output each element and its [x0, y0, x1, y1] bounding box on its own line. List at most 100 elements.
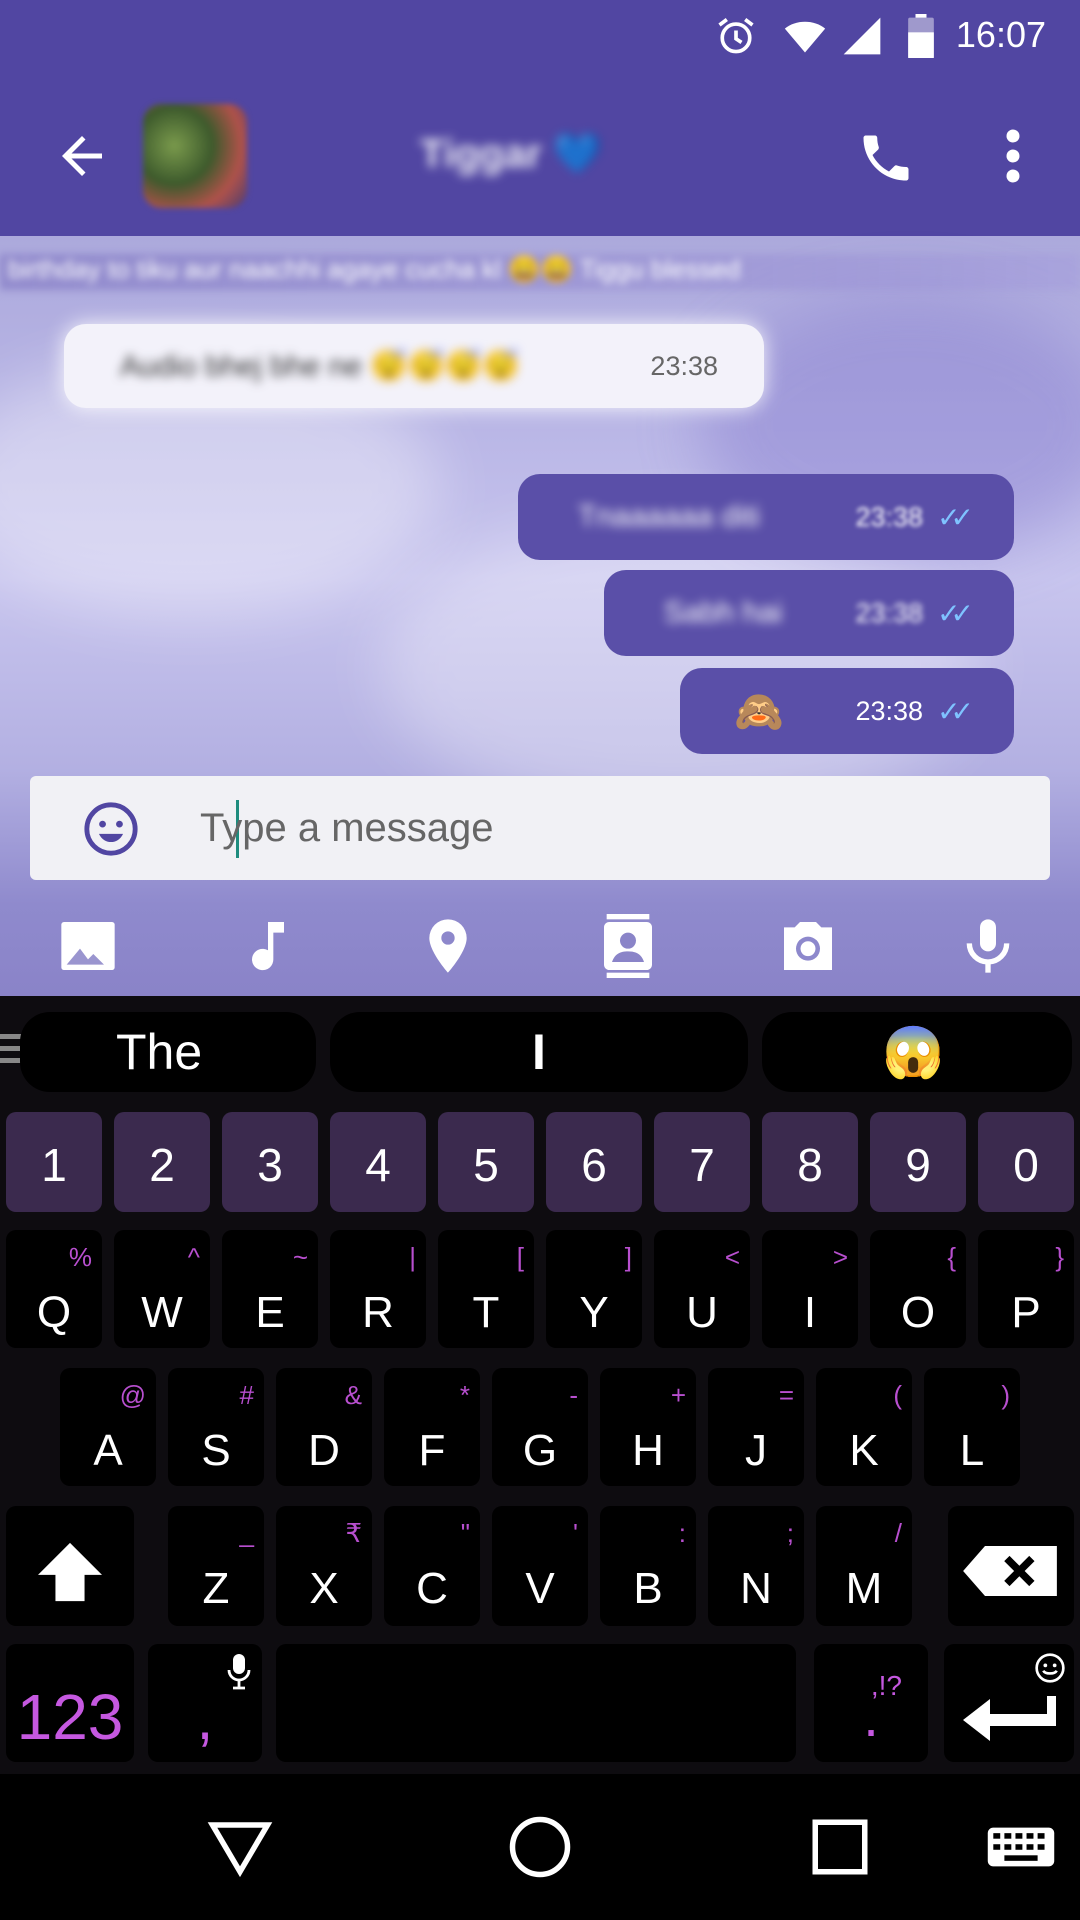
key-5[interactable]: 5: [438, 1112, 534, 1212]
key-label: F: [418, 1426, 446, 1475]
key-q[interactable]: % Q: [6, 1230, 102, 1348]
key-d[interactable]: & D: [276, 1368, 372, 1486]
keyboard-switch-icon[interactable]: [985, 1814, 1057, 1880]
key-hint: [: [516, 1242, 524, 1272]
key-label: 2: [149, 1139, 175, 1191]
more-vert-icon[interactable]: [995, 126, 1031, 186]
home-circle-icon[interactable]: [507, 1814, 573, 1880]
key-h[interactable]: + H: [600, 1368, 696, 1486]
key-x[interactable]: ₹ X: [276, 1506, 372, 1626]
alarm-icon: [718, 18, 754, 54]
mic-icon[interactable]: [956, 914, 1020, 978]
enter-key[interactable]: [944, 1644, 1074, 1762]
key-4[interactable]: 4: [330, 1112, 426, 1212]
key-hint: >: [832, 1242, 848, 1272]
key-hint: ": [460, 1518, 470, 1548]
key-y[interactable]: ] Y: [546, 1230, 642, 1348]
backspace-key[interactable]: [948, 1506, 1074, 1626]
key-a[interactable]: @ A: [60, 1368, 156, 1486]
message-bubble-incoming[interactable]: Audio bhej bhe ne 😴😴😴😴 23:38: [64, 324, 764, 408]
key-label: O: [900, 1288, 936, 1337]
key-3[interactable]: 3: [222, 1112, 318, 1212]
key-0[interactable]: 0: [978, 1112, 1074, 1212]
signal-icon: [843, 17, 881, 55]
contact-avatar[interactable]: [143, 104, 247, 208]
key-b[interactable]: :B: [600, 1506, 696, 1626]
message-text: Sabh hai: [664, 596, 783, 629]
contact-icon[interactable]: [596, 914, 660, 978]
key-label: T: [472, 1288, 500, 1337]
location-icon[interactable]: [416, 914, 480, 978]
back-triangle-icon[interactable]: [207, 1814, 273, 1880]
key-f[interactable]: * F: [384, 1368, 480, 1486]
message-bubble-outgoing[interactable]: Tnaaaaaa diti 23:38 ✓✓: [518, 474, 1014, 560]
key-v[interactable]: ' V: [492, 1506, 588, 1626]
key-label: R: [362, 1288, 394, 1337]
key-g[interactable]: -G: [492, 1368, 588, 1486]
suggestion-3[interactable]: 😱: [762, 1012, 1072, 1092]
wifi-icon: [784, 21, 826, 53]
shift-key[interactable]: [6, 1506, 134, 1626]
comma-key[interactable]: ,: [148, 1644, 262, 1762]
key-w[interactable]: ^ W: [114, 1230, 210, 1348]
key-8[interactable]: 8: [762, 1112, 858, 1212]
key-m[interactable]: / M: [816, 1506, 912, 1626]
chat-header: Tiggar 💙: [0, 76, 1080, 236]
key-2[interactable]: 2: [114, 1112, 210, 1212]
key-s[interactable]: # S: [168, 1368, 264, 1486]
key-k[interactable]: (K: [816, 1368, 912, 1486]
key-c[interactable]: " C: [384, 1506, 480, 1626]
key-hint: %: [68, 1242, 92, 1272]
phone-icon[interactable]: [856, 128, 916, 188]
key-n[interactable]: ; N: [708, 1506, 804, 1626]
key-o[interactable]: {O: [870, 1230, 966, 1348]
message-text: Audio bhej bhe ne 😴😴😴😴: [120, 349, 520, 383]
key-r[interactable]: | R: [330, 1230, 426, 1348]
key-9[interactable]: 9: [870, 1112, 966, 1212]
space-key[interactable]: [276, 1644, 796, 1762]
key-t[interactable]: [T: [438, 1230, 534, 1348]
symbols-key[interactable]: 123: [6, 1644, 134, 1762]
key-hint: {: [947, 1242, 956, 1272]
message-input[interactable]: [200, 796, 1000, 860]
navigation-bar: [0, 1774, 1080, 1920]
recents-square-icon[interactable]: [807, 1814, 873, 1880]
key-hint: (: [893, 1380, 902, 1410]
key-l[interactable]: ) L: [924, 1368, 1020, 1486]
key-label: Z: [202, 1564, 230, 1613]
key-u[interactable]: < U: [654, 1230, 750, 1348]
message-bubble-outgoing[interactable]: Sabh hai 23:38 ✓✓: [604, 570, 1014, 656]
key-p[interactable]: } P: [978, 1230, 1074, 1348]
key-z[interactable]: _ Z: [168, 1506, 264, 1626]
camera-icon[interactable]: [776, 914, 840, 978]
period-key[interactable]: ,!?.: [814, 1644, 928, 1762]
key-7[interactable]: 7: [654, 1112, 750, 1212]
key-6[interactable]: 6: [546, 1112, 642, 1212]
key-label: .: [863, 1685, 879, 1748]
chat-area[interactable]: birthday to tiku aur naachhi agaye cucha…: [0, 236, 1080, 996]
message-bubble-outgoing[interactable]: 🙈 23:38 ✓✓: [680, 668, 1014, 754]
key-i[interactable]: > I: [762, 1230, 858, 1348]
suggestion-1[interactable]: The: [20, 1012, 316, 1092]
key-label: 6: [581, 1139, 607, 1191]
gallery-icon[interactable]: [56, 914, 120, 978]
key-label: D: [308, 1426, 340, 1475]
back-arrow-icon[interactable]: [52, 126, 112, 186]
key-hint: |: [409, 1242, 416, 1272]
key-j[interactable]: = J: [708, 1368, 804, 1486]
battery-icon: [908, 14, 934, 58]
key-label: X: [309, 1564, 339, 1613]
key-1[interactable]: 1: [6, 1112, 102, 1212]
key-label: 8: [797, 1139, 823, 1191]
contact-name[interactable]: Tiggar 💙: [420, 130, 602, 177]
key-label: 5: [473, 1139, 499, 1191]
message-emoji: 🙈: [734, 689, 784, 734]
key-label: M: [845, 1564, 883, 1613]
key-label: 1: [41, 1139, 67, 1191]
key-label: G: [522, 1426, 558, 1475]
music-icon[interactable]: [236, 914, 300, 978]
key-label: ,: [196, 1685, 214, 1752]
suggestion-2[interactable]: I: [330, 1012, 748, 1092]
emoji-icon[interactable]: [82, 800, 140, 858]
key-e[interactable]: ~ E: [222, 1230, 318, 1348]
